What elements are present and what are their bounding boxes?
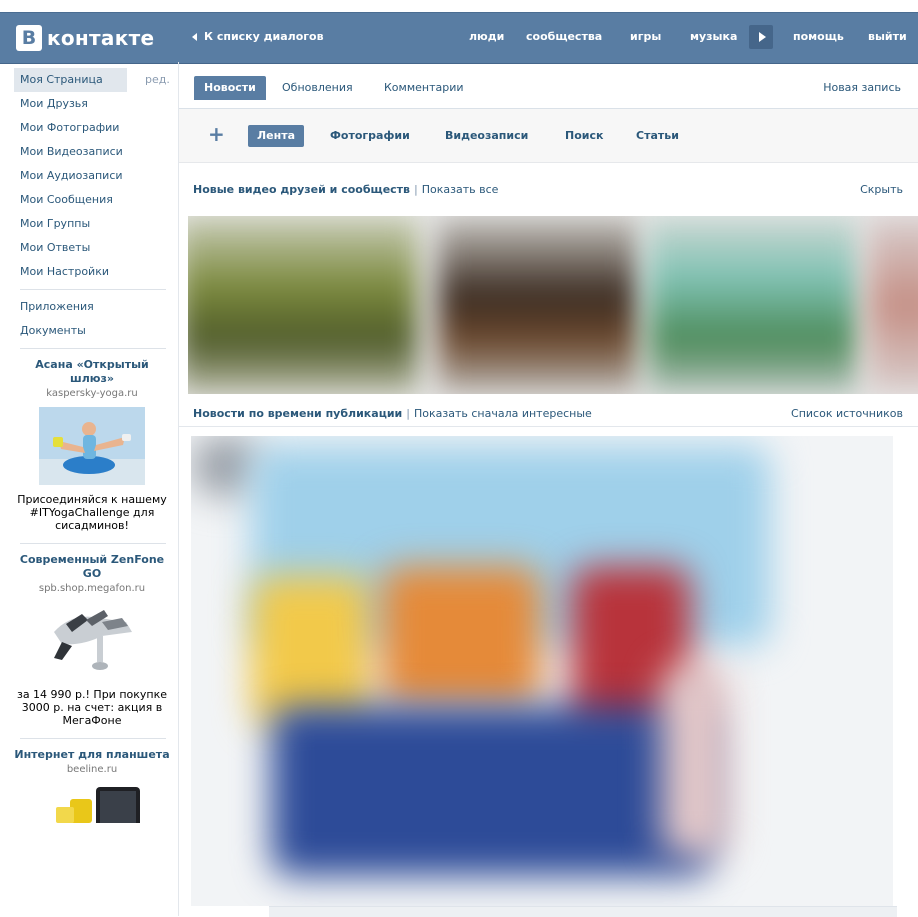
ad-domain: spb.shop.megafon.ru [38, 583, 146, 594]
ad-text: за 14 990 р.! При покупке 3000 р. на сче… [16, 688, 168, 727]
music-play-button[interactable] [749, 25, 773, 49]
nav-communities[interactable]: сообщества [526, 30, 602, 43]
ad-title[interactable]: Интернет для планшета [14, 748, 170, 762]
tab-updates[interactable]: Обновления [282, 76, 353, 100]
ad-block[interactable]: Интернет для планшета beeline.ru [14, 744, 170, 829]
sidebar-divider [20, 738, 166, 739]
sidebar-item-groups[interactable]: Мои Группы [14, 212, 170, 236]
ad-tablet-image[interactable] [40, 783, 144, 823]
post-photo-blue [271, 706, 711, 876]
post-photo-orange [381, 566, 541, 706]
new-post-link[interactable]: Новая запись [823, 76, 901, 100]
tab-news[interactable]: Новости [194, 76, 266, 100]
nav-logout[interactable]: выйти [868, 30, 907, 43]
sidebar-divider [20, 348, 166, 349]
arrow-left-icon [192, 32, 197, 41]
ad-block[interactable]: Современный ZenFone GO spb.shop.megafon.… [14, 549, 170, 733]
sidebar-edit-link[interactable]: ред. [145, 68, 170, 92]
tab-comments[interactable]: Комментарии [384, 76, 464, 100]
filter-feed[interactable]: Лента [248, 125, 304, 147]
sidebar-item-apps[interactable]: Приложения [14, 295, 170, 319]
logo-mark: В [16, 25, 42, 51]
nav-people[interactable]: люди [469, 30, 504, 43]
vk-logo[interactable]: В контакте [16, 25, 154, 51]
sidebar-item-messages[interactable]: Мои Сообщения [14, 188, 170, 212]
sidebar-item-my-page[interactable]: Моя Страница [14, 68, 127, 92]
filter-videos[interactable]: Видеозаписи [445, 125, 528, 147]
sidebar-item-photos[interactable]: Мои Фотографии [14, 116, 170, 140]
new-videos-header: Новые видео друзей и сообществ | Показат… [179, 178, 918, 202]
ad-domain: beeline.ru [66, 764, 118, 775]
play-icon [758, 32, 766, 42]
show-interesting-first-link[interactable]: Показать сначала интересные [414, 407, 592, 420]
video-thumbnail[interactable] [868, 216, 918, 394]
sidebar-divider [20, 543, 166, 544]
post-image[interactable] [191, 436, 893, 906]
friends-videos-strip[interactable] [188, 216, 918, 394]
ad-domain: kaspersky-yoga.ru [46, 388, 138, 399]
sources-list-link[interactable]: Список источников [791, 402, 903, 426]
divider [179, 426, 918, 427]
add-filter-plus-icon[interactable]: + [208, 123, 225, 147]
show-all-videos-link[interactable]: Показать все [422, 183, 499, 196]
post-photo-yellow [251, 576, 371, 726]
nav-music[interactable]: музыка [690, 30, 737, 43]
new-videos-title: Новые видео друзей и сообществ [193, 183, 411, 196]
ad-block[interactable]: Асана «Открытый шлюз» kaspersky-yoga.ru … [14, 354, 170, 538]
news-tabs: Новости Обновления Комментарии Новая зап… [179, 62, 918, 109]
filter-articles[interactable]: Статьи [636, 125, 679, 147]
ad-yoga-image[interactable] [39, 407, 145, 485]
ad-title[interactable]: Асана «Открытый шлюз» [14, 358, 170, 386]
nav-games[interactable]: игры [630, 30, 661, 43]
video-thumbnail[interactable] [188, 216, 418, 394]
feed-filters: + Лента Фотографии Видеозаписи Поиск Ста… [179, 109, 918, 163]
back-to-dialogs-label: К списку диалогов [204, 30, 324, 43]
sidebar-item-documents[interactable]: Документы [14, 319, 170, 343]
ad-robot-hand-image[interactable] [42, 602, 142, 680]
sidebar-item-audio[interactable]: Мои Аудиозаписи [14, 164, 170, 188]
hide-videos-link[interactable]: Скрыть [860, 178, 903, 202]
sidebar-divider [20, 289, 166, 290]
news-by-time-header: Новости по времени публикации | Показать… [179, 402, 918, 426]
video-thumbnail[interactable] [438, 216, 638, 394]
separator: | [406, 407, 411, 420]
post-photo-pink [661, 666, 731, 856]
sidebar-item-videos[interactable]: Мои Видеозаписи [14, 140, 170, 164]
ad-title[interactable]: Современный ZenFone GO [14, 553, 170, 581]
video-thumbnail[interactable] [648, 216, 858, 394]
back-to-dialogs-link[interactable]: К списку диалогов [192, 30, 324, 43]
news-by-time-title: Новости по времени публикации [193, 407, 403, 420]
filter-search[interactable]: Поиск [565, 125, 603, 147]
left-sidebar: Моя Страница ред. Мои Друзья Мои Фотогра… [14, 68, 170, 829]
separator: | [413, 183, 418, 196]
sidebar-item-settings[interactable]: Мои Настройки [14, 260, 170, 284]
sidebar-item-answers[interactable]: Мои Ответы [14, 236, 170, 260]
filter-photos[interactable]: Фотографии [330, 125, 410, 147]
post-footer-bar [269, 906, 897, 917]
sidebar-item-friends[interactable]: Мои Друзья [14, 92, 170, 116]
ad-text: Присоединяйся к нашему #ITYogaChallenge … [17, 493, 167, 532]
nav-help[interactable]: помощь [793, 30, 844, 43]
news-feed-panel: Новости Обновления Комментарии Новая зап… [178, 62, 918, 917]
logo-text: контакте [47, 26, 155, 50]
top-header: В контакте К списку диалогов люди сообще… [0, 12, 918, 64]
